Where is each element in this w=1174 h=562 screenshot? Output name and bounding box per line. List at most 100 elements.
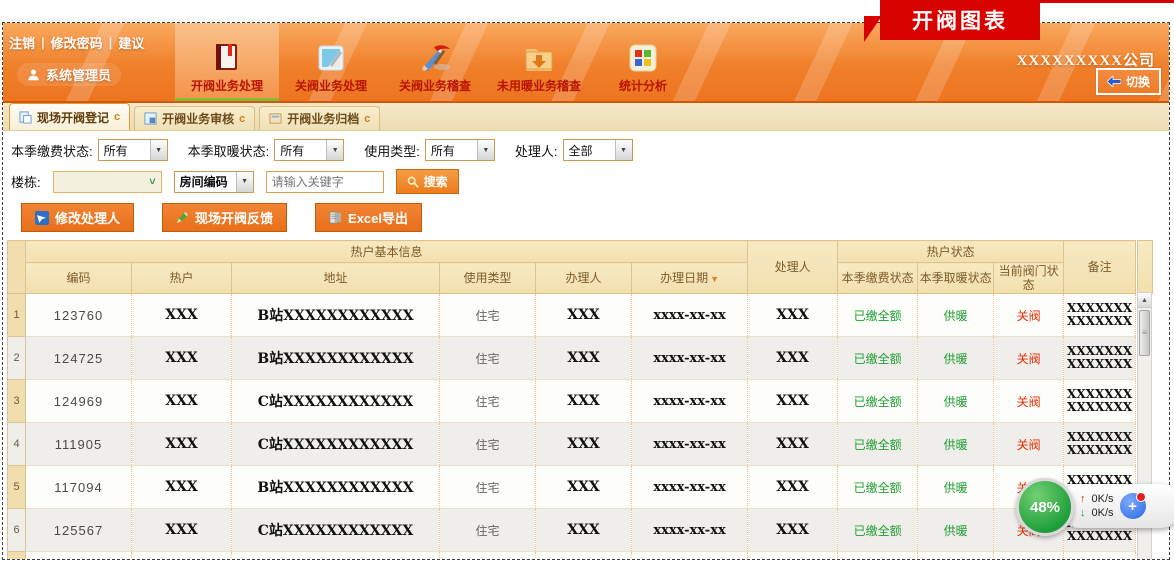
use-type-select[interactable]: 所有 ▼: [425, 139, 495, 161]
chevron-down-icon[interactable]: ▼: [326, 140, 343, 160]
action-buttons: 修改处理人 现场开阀反馈 Excel导出: [3, 200, 1169, 240]
user-icon: [27, 68, 40, 81]
col-header-handle-date[interactable]: 办理日期▼: [632, 263, 748, 294]
switch-button-label: 切换: [1126, 73, 1150, 90]
cell-address: C站XXXXXXXXXXXX: [232, 423, 440, 466]
cell-use-type: 住宅: [440, 552, 536, 561]
account-links: 注销 | 修改密码 | 建议: [9, 33, 144, 52]
download-arrow-icon: ↓: [1080, 507, 1086, 519]
logout-link[interactable]: 注销: [9, 33, 35, 52]
col-header-use-type[interactable]: 使用类型: [440, 263, 536, 294]
col-header-valve-status[interactable]: 当前阀门状态: [994, 263, 1064, 294]
button-label: 现场开阀反馈: [195, 208, 273, 227]
table-body: 1 123760 XXX B站XXXXXXXXXXXX 住宅 XXX xxxx-…: [8, 294, 1136, 561]
chevron-down-icon[interactable]: ▼: [236, 172, 253, 192]
keyword-input[interactable]: [266, 171, 384, 193]
col-header-handler[interactable]: 办理人: [536, 263, 632, 294]
tab-open-valve-archive[interactable]: 开阀业务归档 c: [259, 106, 380, 130]
download-speed: 0K/s: [1092, 507, 1114, 519]
cell-pay-status: 已缴全额: [838, 466, 918, 509]
cell-code: 117094: [26, 466, 132, 509]
tab-open-valve-review[interactable]: 开阀业务审核 c: [134, 106, 255, 130]
cell-handler: XXX: [536, 509, 632, 552]
select-value: 房间编码: [175, 172, 236, 192]
cell-remark: XXXXXXXXXXXXXX: [1064, 294, 1136, 337]
suggestion-link[interactable]: 建议: [118, 33, 144, 52]
cell-remark: XXXXXXXXXXXXXX: [1064, 337, 1136, 380]
tab-onsite-open-valve-register[interactable]: 现场开阀登记 c: [9, 103, 130, 130]
cell-valve-status: 关阀: [994, 423, 1064, 466]
memory-percent-value: 48%: [1030, 499, 1060, 516]
change-password-link[interactable]: 修改密码: [51, 33, 103, 52]
col-header-pay-status[interactable]: 本季缴费状态: [838, 263, 918, 294]
cell-processor: XXX: [748, 380, 838, 423]
chevron-down-icon[interactable]: ▼: [150, 140, 167, 160]
chevron-down-icon[interactable]: ▼: [477, 140, 494, 160]
chevron-down-icon[interactable]: ▼: [615, 140, 632, 160]
pencil-icon: [176, 211, 189, 224]
col-header-household[interactable]: 热户: [132, 263, 232, 294]
scroll-up-arrow-icon[interactable]: ▲: [1138, 293, 1151, 308]
switch-button[interactable]: 切换: [1096, 68, 1161, 95]
table-row[interactable]: 2 124725 XXX B站XXXXXXXXXXXX 住宅 XXX xxxx-…: [8, 337, 1136, 380]
cell-code: 124969: [26, 380, 132, 423]
nav-label: 统计分析: [619, 77, 667, 94]
select-value: 所有: [99, 140, 150, 160]
cell-code: 111905: [26, 423, 132, 466]
cell-processor: XXX: [748, 423, 838, 466]
table-row[interactable]: 5 117094 XXX B站XXXXXXXXXXXX 住宅 XXX xxxx-…: [8, 466, 1136, 509]
chevron-down-icon[interactable]: ˅: [149, 176, 155, 188]
nav-open-valve-processing[interactable]: 开阀业务处理: [175, 23, 279, 101]
processor-select[interactable]: 全部 ▼: [563, 139, 633, 161]
cell-use-type: 住宅: [440, 466, 536, 509]
col-header-processor[interactable]: 处理人: [748, 241, 838, 294]
change-processor-button[interactable]: 修改处理人: [21, 203, 134, 232]
nav-label: 未用暖业务稽查: [497, 77, 581, 94]
cell-heat-status: 供暖: [918, 294, 994, 337]
col-header-code[interactable]: 编码: [26, 263, 132, 294]
nav-close-valve-audit[interactable]: 关阀业务稽查: [383, 23, 487, 101]
speed-monitor-widget: ↑ 0K/s ↓ 0K/s + 48%: [1016, 478, 1166, 536]
cell-handle-date: xxxx-xx-xx: [632, 380, 748, 423]
scrollbar-thumb[interactable]: ≡: [1139, 310, 1150, 356]
excel-export-button[interactable]: Excel导出: [315, 203, 422, 232]
cell-processor: XXX: [748, 294, 838, 337]
table-row[interactable]: 1 123760 XXX B站XXXXXXXXXXXX 住宅 XXX xxxx-…: [8, 294, 1136, 337]
cell-use-type: 住宅: [440, 337, 536, 380]
search-button[interactable]: 搜索: [396, 169, 459, 194]
pay-status-select[interactable]: 所有 ▼: [98, 139, 168, 161]
cell-use-type: 住宅: [440, 294, 536, 337]
col-header-remark[interactable]: 备注: [1064, 241, 1136, 294]
row-number: 5: [8, 466, 26, 509]
tab-refresh-icon[interactable]: c: [114, 111, 120, 123]
search-field-select[interactable]: 房间编码 ▼: [174, 171, 254, 193]
cell-heat-status: 供暖: [918, 509, 994, 552]
table-row[interactable]: 7 XXX B站XXXXXXXXXXXX 住宅 XXX xxxx-xx-xx X…: [8, 552, 1136, 561]
cell-heat-status: 供暖: [918, 380, 994, 423]
table-row[interactable]: 4 111905 XXX C站XXXXXXXXXXXX 住宅 XXX xxxx-…: [8, 423, 1136, 466]
cell-valve-status: 关阀: [994, 380, 1064, 423]
onsite-feedback-button[interactable]: 现场开阀反馈: [162, 203, 287, 232]
speed-readouts: ↑ 0K/s ↓ 0K/s: [1080, 493, 1114, 519]
add-task-button[interactable]: +: [1120, 493, 1146, 519]
main-nav: 开阀业务处理 关阀业务处理: [175, 23, 695, 101]
heat-status-select[interactable]: 所有 ▼: [274, 139, 344, 161]
cell-heat-status: 供暖: [918, 552, 994, 561]
filter-label: 使用类型:: [364, 141, 420, 160]
tab-refresh-icon[interactable]: c: [239, 113, 245, 125]
nav-no-heating-audit[interactable]: 未用暖业务稽查: [487, 23, 591, 101]
sort-desc-icon[interactable]: ▼: [710, 274, 719, 284]
table-row[interactable]: 6 125567 XXX C站XXXXXXXXXXXX 住宅 XXX xxxx-…: [8, 509, 1136, 552]
filter-label: 处理人:: [515, 141, 558, 160]
building-select[interactable]: ˅: [53, 171, 162, 193]
excel-icon: [329, 211, 342, 224]
table-row[interactable]: 3 124969 XXX C站XXXXXXXXXXXX 住宅 XXX xxxx-…: [8, 380, 1136, 423]
link-separator: |: [109, 35, 113, 50]
cell-handler: XXX: [536, 337, 632, 380]
nav-statistics[interactable]: 统计分析: [591, 23, 695, 101]
col-header-heat-status[interactable]: 本季取暖状态: [918, 263, 994, 294]
memory-percent-ball[interactable]: 48%: [1016, 478, 1074, 536]
col-header-address[interactable]: 地址: [232, 263, 440, 294]
tab-refresh-icon[interactable]: c: [364, 113, 370, 125]
nav-close-valve-processing[interactable]: 关阀业务处理: [279, 23, 383, 101]
